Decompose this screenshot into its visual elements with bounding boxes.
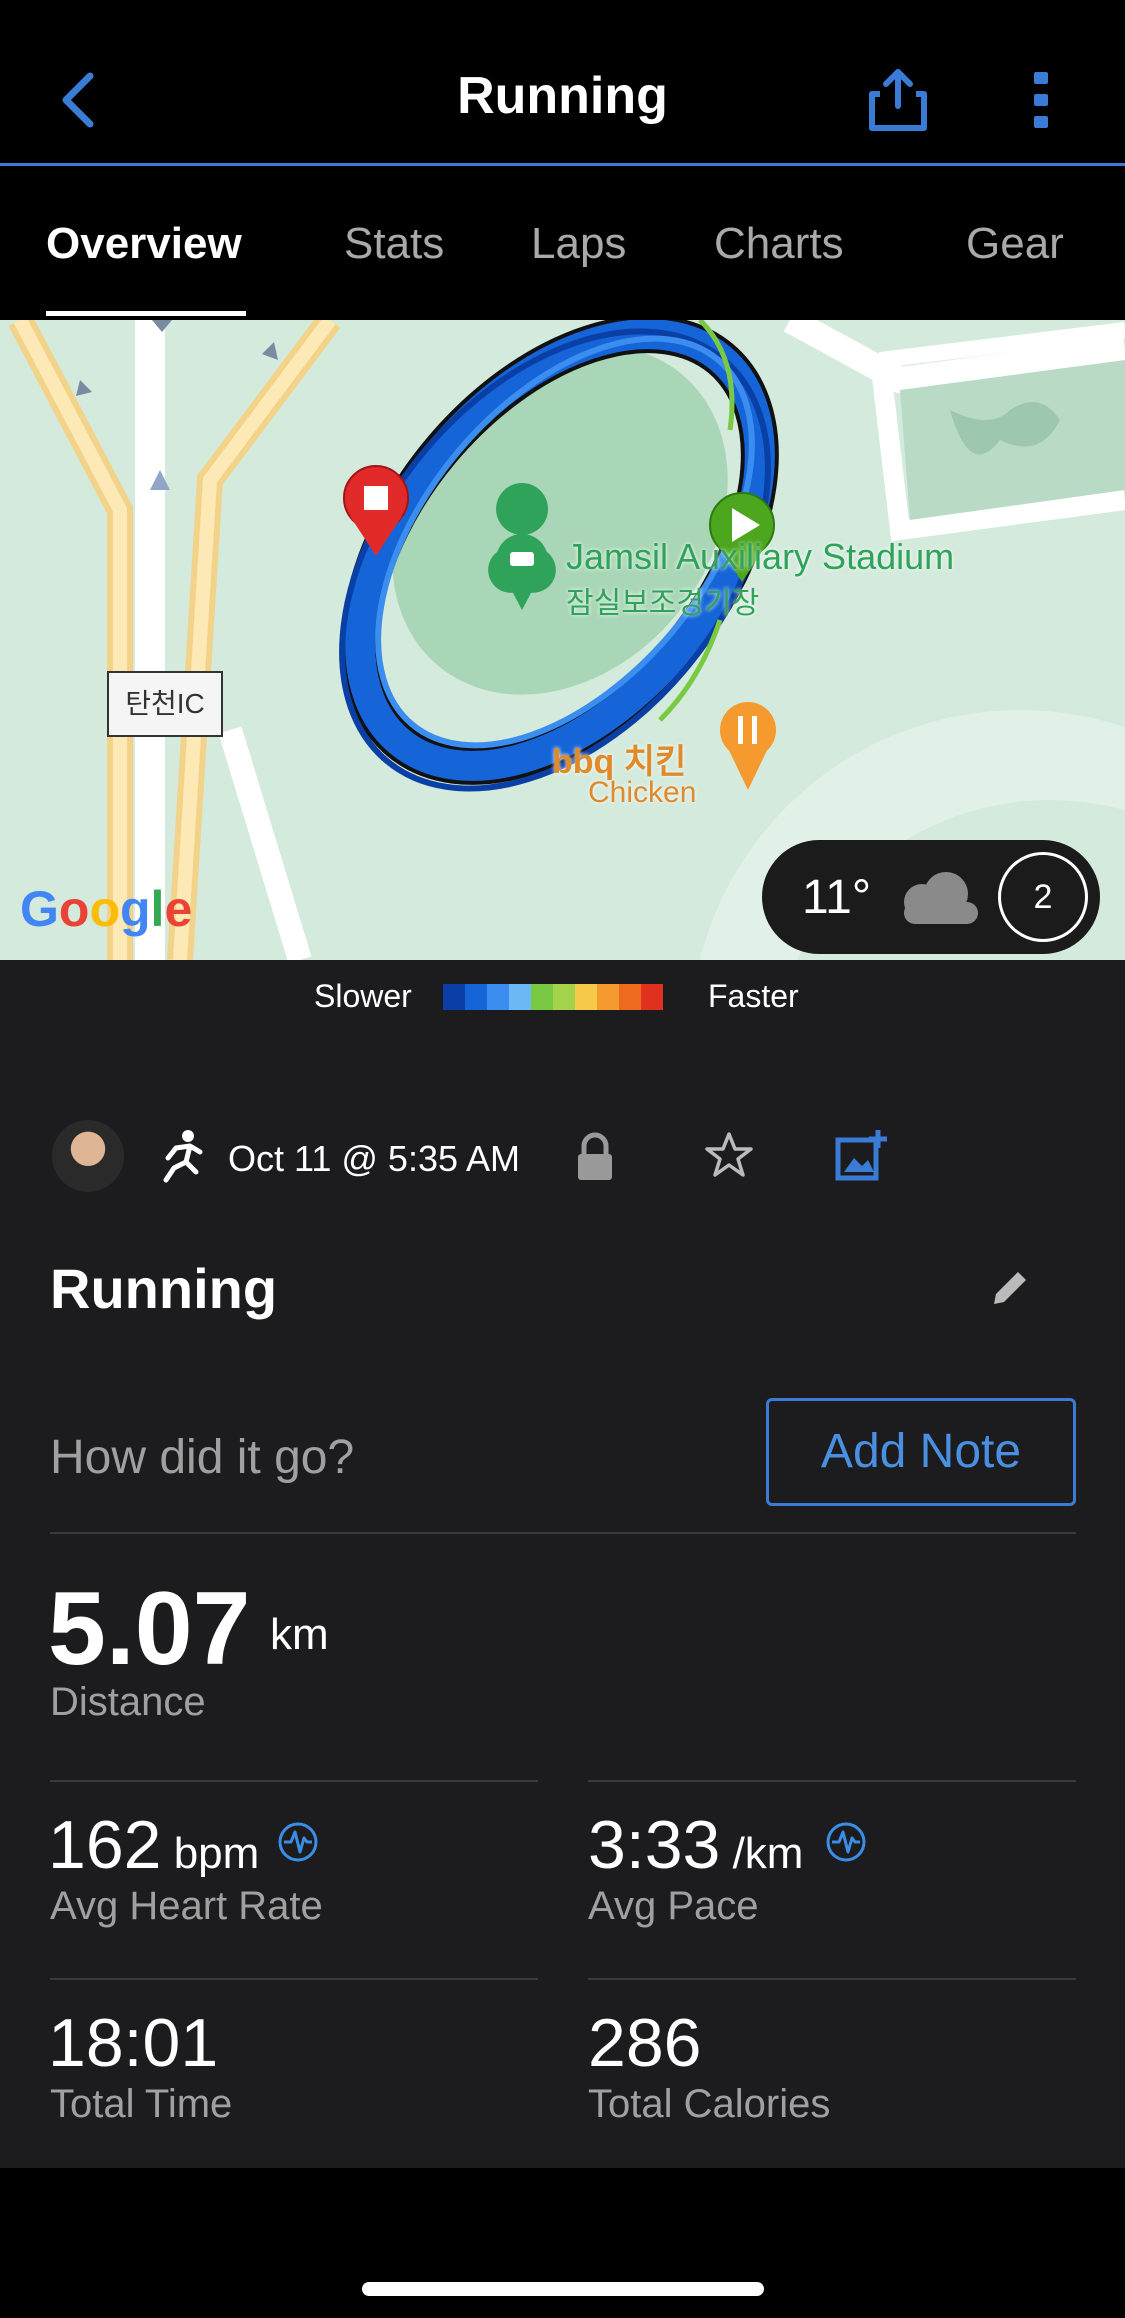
pace-color-scale <box>443 984 663 1010</box>
tab-bar: Overview Stats Laps Charts Gear <box>0 169 1125 319</box>
tab-overview[interactable]: Overview <box>46 219 242 269</box>
activity-date: Oct 11 @ 5:35 AM <box>228 1138 521 1179</box>
pace-swatch <box>531 984 553 1010</box>
note-placeholder[interactable]: How did it go? <box>50 1430 354 1485</box>
divider <box>50 1978 538 1980</box>
distance-unit: km <box>270 1610 329 1659</box>
share-button[interactable] <box>868 66 928 132</box>
pace-swatch <box>597 984 619 1010</box>
divider <box>50 1532 1076 1534</box>
pencil-icon[interactable] <box>988 1266 1032 1310</box>
more-vertical-icon <box>1034 72 1048 128</box>
total-calories-label: Total Calories <box>588 2082 831 2126</box>
google-letter: e <box>164 881 193 937</box>
google-logo-text: Google <box>20 881 192 937</box>
pace-unit: /km <box>720 1829 804 1878</box>
top-nav-bar: Running <box>0 0 1125 166</box>
legend-slower-label: Slower <box>314 978 412 1014</box>
distance-label: Distance <box>50 1680 206 1724</box>
tab-laps[interactable]: Laps <box>531 219 626 269</box>
google-letter: l <box>150 881 165 937</box>
heart-rate-sensor-icon[interactable] <box>276 1820 320 1864</box>
pace-swatch <box>443 984 465 1010</box>
google-letter: g <box>120 881 151 937</box>
page-title: Running <box>457 67 668 125</box>
google-letter: o <box>89 881 120 937</box>
bottom-bar <box>0 2214 1125 2318</box>
pace-swatch <box>487 984 509 1010</box>
star-icon[interactable] <box>704 1130 754 1180</box>
place-label[interactable]: Jamsil Auxiliary Stadium <box>566 536 954 578</box>
legend-faster-label: Faster <box>708 978 799 1014</box>
tab-gear[interactable]: Gear <box>966 219 1064 269</box>
more-options-button[interactable] <box>1026 70 1056 130</box>
weather-badge[interactable]: 11° 2 <box>762 840 1100 954</box>
avg-heart-rate-value: 162 bpm <box>48 1806 259 1884</box>
active-tab-indicator <box>46 311 246 316</box>
pace-number: 3:33 <box>588 1807 721 1883</box>
pace-swatch <box>553 984 575 1010</box>
lock-icon[interactable] <box>574 1132 616 1182</box>
total-time-label: Total Time <box>50 2082 233 2126</box>
tab-stats[interactable]: Stats <box>344 219 444 269</box>
heart-rate-unit: bpm <box>161 1829 260 1878</box>
avg-pace-value: 3:33 /km <box>588 1806 803 1884</box>
google-logo: Google <box>20 880 192 938</box>
google-letter: o <box>58 881 90 937</box>
weather-temp: 11° <box>802 871 872 924</box>
share-icon <box>869 69 927 131</box>
running-icon <box>163 1130 203 1183</box>
distance-value: 5.07 <box>48 1571 251 1687</box>
pace-swatch <box>575 984 597 1010</box>
heart-rate-number: 162 <box>48 1807 162 1883</box>
add-note-button[interactable]: Add Note <box>766 1398 1076 1506</box>
road-label: 탄천IC <box>125 688 205 719</box>
pace-swatch <box>619 984 641 1010</box>
avg-pace-label: Avg Pace <box>588 1884 759 1928</box>
route-map[interactable]: Jamsil Auxiliary Stadium 잠실보조경기장 bbq 치킨 … <box>0 320 1125 960</box>
pace-swatch <box>465 984 487 1010</box>
pace-swatch <box>509 984 531 1010</box>
activity-title: Running <box>50 1257 278 1320</box>
restaurant-sublabel: Chicken <box>588 776 697 809</box>
activity-details: Oct 11 @ 5:35 AM Running How did it go? … <box>0 1030 1125 2168</box>
place-label-korean: 잠실보조경기장 <box>566 587 760 620</box>
add-photo-icon[interactable] <box>834 1128 888 1182</box>
pace-sensor-icon[interactable] <box>824 1820 868 1864</box>
total-calories-value: 286 <box>588 2005 702 2081</box>
cloud-icon <box>904 872 978 924</box>
lap-count-badge: 2 <box>998 852 1088 942</box>
pace-swatch <box>641 984 663 1010</box>
google-letter: G <box>20 881 59 937</box>
tab-charts[interactable]: Charts <box>714 219 844 269</box>
home-indicator[interactable] <box>362 2282 764 2296</box>
divider <box>588 1978 1076 1980</box>
total-time-value: 18:01 <box>48 2005 219 2081</box>
avg-heart-rate-label: Avg Heart Rate <box>50 1884 323 1928</box>
divider <box>588 1780 1076 1782</box>
pace-legend: Slower Faster <box>0 960 1125 1030</box>
divider <box>50 1780 538 1782</box>
avatar[interactable] <box>52 1120 124 1192</box>
